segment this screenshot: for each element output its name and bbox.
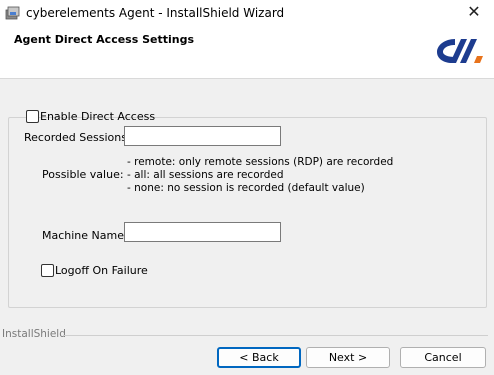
installer-app-icon xyxy=(5,6,20,20)
enable-direct-access-label[interactable]: Enable Direct Access xyxy=(40,110,155,123)
recorded-sessions-label: Recorded Sessions: xyxy=(24,131,131,144)
machine-name-label: Machine Name: xyxy=(42,229,128,242)
logoff-on-failure-checkbox[interactable] xyxy=(41,264,54,277)
possible-value-line: - none: no session is recorded (default … xyxy=(127,182,365,194)
back-button[interactable]: < Back xyxy=(217,347,301,368)
possible-value-label: Possible value: xyxy=(42,168,124,181)
installshield-brand: InstallShield xyxy=(2,328,66,340)
page-title: Agent Direct Access Settings xyxy=(14,33,195,46)
machine-name-input[interactable] xyxy=(124,222,281,242)
logoff-on-failure-label[interactable]: Logoff On Failure xyxy=(55,264,148,277)
window-title: cyberelements Agent - InstallShield Wiza… xyxy=(26,6,285,20)
title-bar: cyberelements Agent - InstallShield Wiza… xyxy=(0,0,494,27)
cancel-button[interactable]: Cancel xyxy=(400,347,486,368)
recorded-sessions-input[interactable] xyxy=(124,126,281,146)
close-icon[interactable]: ✕ xyxy=(462,2,486,22)
cyberelements-logo-icon xyxy=(437,39,483,63)
possible-value-line: - remote: only remote sessions (RDP) are… xyxy=(127,156,394,168)
footer-divider xyxy=(63,335,488,336)
next-button[interactable]: Next > xyxy=(306,347,390,368)
possible-value-line: - all: all sessions are recorded xyxy=(127,169,284,181)
wizard-header: Agent Direct Access Settings xyxy=(0,26,494,79)
enable-direct-access-checkbox[interactable] xyxy=(26,110,39,123)
